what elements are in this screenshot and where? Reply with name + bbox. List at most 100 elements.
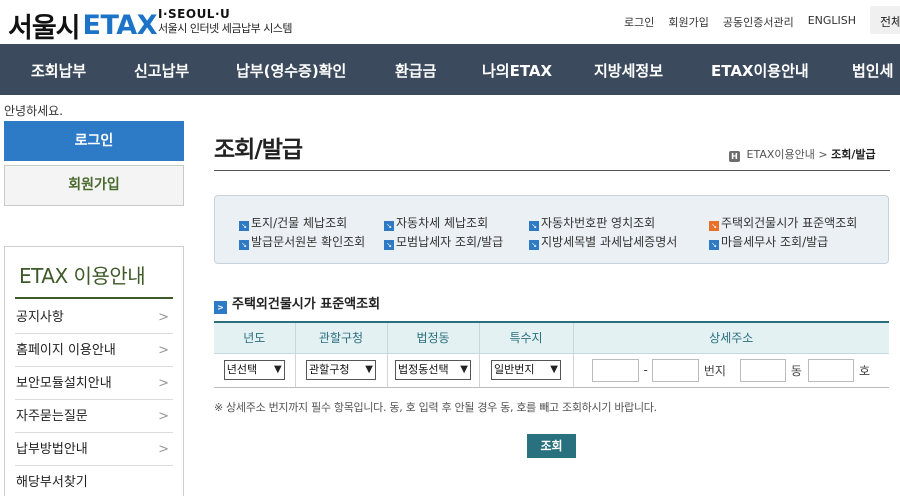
section-title-text: 주택외건물시가 표준액조회 [232,297,381,312]
sidebar-item-label: 보안모듈설치안내 [16,376,112,391]
chevron-right-icon: > [158,376,169,391]
chevron-down-icon: ▼ [365,364,373,375]
sidebar-title: ETAX 이용안내 [19,264,146,288]
breadcrumb: H ETAX이용안내 > 조회/발급 [729,146,876,162]
arrow-icon: ↘ [239,221,249,231]
sidebar-item-payment-method[interactable]: 납부방법안내 > [15,434,173,466]
table-header-row: 년도 관할구청 법정동 특수지 상세주소 [214,322,889,354]
util-login-link[interactable]: 로그인 [624,14,654,30]
link-label: 발급문서원본 확인조회 [251,235,366,249]
title-divider [214,170,890,171]
logo-korean: 서울시 [8,13,81,44]
seoul-brand-mark: I·SEOUL·U [158,7,231,21]
special-cell: 일반번지 ▼ [479,353,574,388]
year-select-value: 년선택 [226,363,258,376]
ho-input[interactable] [807,358,854,382]
sidebar-title-divider [15,297,173,299]
legal-dong-cell: 법정동선택 ▼ [387,353,480,388]
link-label: 모범납세자 조회/발급 [396,235,504,249]
home-icon[interactable]: H [729,151,740,162]
chevron-down-icon: ▼ [550,364,558,375]
site-header: 서울시 ETAX I·SEOUL·U 서울시 인터넷 세금납부 시스템 로그인 … [0,0,900,44]
link-label: 지방세목별 과세납세증명서 [541,235,678,249]
district-select-value: 관할구청 [309,363,350,376]
sidebar-item-label: 공지사항 [16,310,64,325]
nav-item-my-etax[interactable]: 나의ETAX [482,60,552,81]
bunji-label: 번지 [703,363,726,378]
arrow-icon: ↘ [529,221,539,231]
ho-label: 호 [858,363,871,378]
column-header-detail-address: 상세주소 [573,322,889,354]
link-document-original-check[interactable]: ↘ 발급문서원본 확인조회 [239,233,365,250]
breadcrumb-separator: > [818,148,832,161]
sidebar-item-homepage-guide[interactable]: 홈페이지 이용안내 > [15,335,173,367]
all-menu-button[interactable]: 전체 [870,6,900,34]
join-button[interactable]: 회원가입 [4,165,184,206]
nav-item-etax-guide[interactable]: ETAX이용안내 [711,60,809,81]
login-button[interactable]: 로그인 [4,121,184,161]
year-cell: 년선택 ▼ [214,353,296,388]
sidebar-item-faq[interactable]: 자주묻는질문 > [15,401,173,433]
special-select-value: 일반번지 [494,363,535,376]
arrow-icon: ↘ [709,240,719,250]
site-logo[interactable]: 서울시 ETAX [8,6,158,45]
arrow-icon: ↘ [239,240,249,250]
link-land-building-arrears[interactable]: ↘ 토지/건물 체납조회 [239,214,347,231]
search-button[interactable]: 조회 [527,434,576,458]
nav-item-local-tax-info[interactable]: 지방세정보 [594,60,663,81]
chevron-right-icon: > [158,409,169,424]
table-row: 년선택 ▼ 관할구청 ▼ 법정동선택 ▼ 일반번지 ▼ - 번지 동 호 [214,353,889,388]
util-join-link[interactable]: 회원가입 [668,14,708,30]
nav-item-report-payment[interactable]: 신고납부 [134,60,189,81]
chevron-right-icon: > [214,301,227,314]
column-header-district: 관할구청 [295,322,388,354]
link-label: 자동차번호판 영치조회 [541,216,656,230]
util-certificate-link[interactable]: 공동인증서관리 [723,14,794,30]
nav-item-refund[interactable]: 환급금 [395,60,436,81]
district-select[interactable]: 관할구청 ▼ [306,360,376,380]
legal-dong-select-value: 법정동선택 [398,363,449,376]
district-cell: 관할구청 ▼ [295,353,388,388]
link-label: 주택외건물시가 표준액조회 [721,216,858,230]
year-select[interactable]: 년선택 ▼ [223,360,285,380]
legal-dong-select[interactable]: 법정동선택 ▼ [395,360,471,380]
notice-text: ※ 상세주소 번지까지 필수 항목입니다. 동, 호 입력 후 안될 경우 동,… [214,401,657,414]
sidebar-item-notice[interactable]: 공지사항 > [15,302,173,334]
sidebar-item-label: 홈페이지 이용안내 [16,343,116,358]
search-form-table: 년도 관할구청 법정동 특수지 상세주소 년선택 ▼ 관할구청 ▼ 법정동선택 ▼ 일… [214,321,889,388]
column-header-legal-dong: 법정동 [387,322,480,354]
arrow-icon: ↘ [709,221,719,231]
sidebar-item-security-module[interactable]: 보안모듈설치안내 > [15,368,173,400]
link-village-tax-accountant[interactable]: ↘ 마을세무사 조회/발급 [709,233,828,250]
special-select[interactable]: 일반번지 ▼ [491,360,561,380]
nav-item-inquiry-payment[interactable]: 조회납부 [31,60,86,81]
link-model-taxpayer[interactable]: ↘ 모범납세자 조회/발급 [384,233,503,250]
nav-item-receipt-check[interactable]: 납부(영수증)확인 [236,60,346,81]
link-plate-seizure[interactable]: ↘ 자동차번호판 영치조회 [529,214,655,231]
page-title: 조회/발급 [214,137,303,163]
dong-label: 동 [790,363,802,378]
sub-bunji-input[interactable] [651,358,699,382]
nav-item-corporate-tax[interactable]: 법인세 [852,60,893,81]
link-non-housing-standard-price[interactable]: ↘ 주택외건물시가 표준액조회 [709,214,857,231]
breadcrumb-current: 조회/발급 [831,148,876,161]
link-car-tax-arrears[interactable]: ↘ 자동차세 체납조회 [384,214,488,231]
chevron-right-icon: > [158,442,169,457]
breadcrumb-item[interactable]: ETAX이용안내 [747,148,815,161]
main-bunji-input[interactable] [592,358,640,382]
utility-links: 로그인 회원가입 공동인증서관리 ENGLISH [624,14,870,30]
sidebar-item-label: 해당부서찾기 [16,475,88,490]
main-nav: 조회납부 신고납부 납부(영수증)확인 환급금 나의ETAX 지방세정보 ETA… [0,44,900,95]
dong-input[interactable] [739,358,786,382]
address-dash: - [643,363,648,377]
sidebar-menu: ETAX 이용안내 공지사항 > 홈페이지 이용안내 > 보안모듈설치안내 > … [4,246,184,496]
arrow-icon: ↘ [529,240,539,250]
arrow-icon: ↘ [384,240,394,250]
column-header-special: 특수지 [479,322,574,354]
util-english-link[interactable]: ENGLISH [808,14,856,30]
link-tax-payment-certificate[interactable]: ↘ 지방세목별 과세납세증명서 [529,233,677,250]
link-label: 마을세무사 조회/발급 [721,235,829,249]
sidebar-item-find-department[interactable]: 해당부서찾기 [15,467,173,499]
column-header-year: 년도 [214,322,296,354]
section-title: > 주택외건물시가 표준액조회 [214,293,380,314]
